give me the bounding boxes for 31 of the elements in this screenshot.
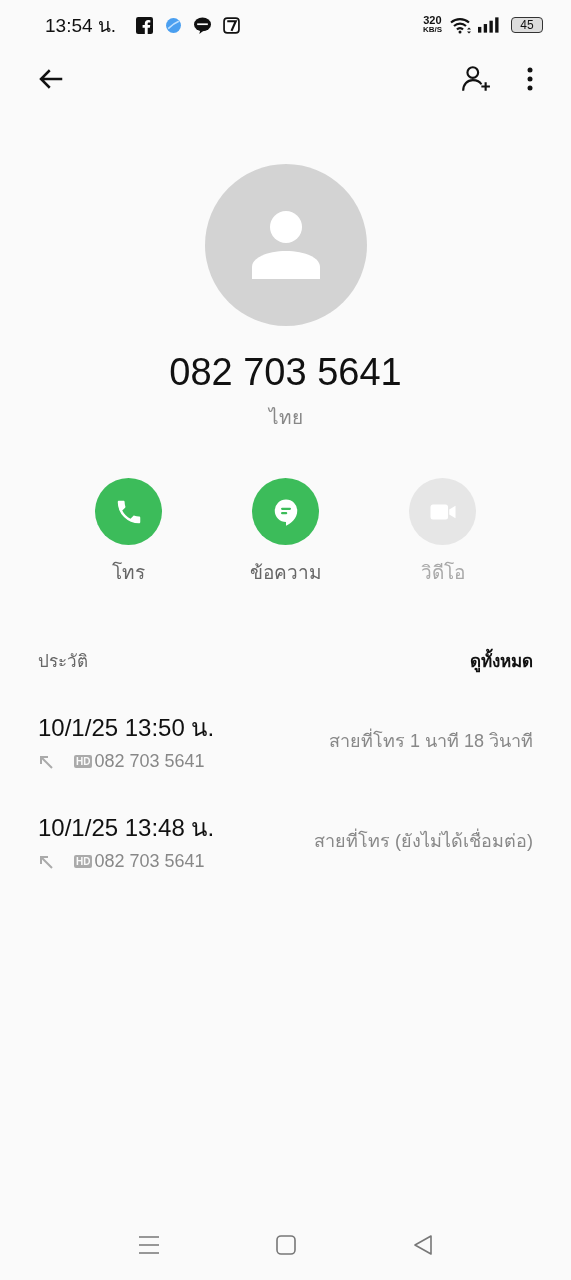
call-datetime: 10/1/25 13:48 น. [38,813,215,843]
menu-icon[interactable] [137,1234,160,1256]
more-options-icon[interactable] [527,66,533,92]
action-label: ข้อความ [249,561,322,585]
action-label: วิดีโอ [420,560,465,585]
phone-number: 082 703 5641 [169,351,402,394]
store-icon [223,16,241,34]
globe-icon [165,16,183,34]
wifi-icon [450,16,472,34]
hd-badge: HD [74,855,93,868]
history-heading: ประวัติ [38,651,88,673]
facebook-icon [136,16,154,34]
signal-icon [478,17,499,33]
see-all-link[interactable]: ดูทั้งหมด [470,647,533,674]
hd-badge: HD [74,755,93,768]
chat-bubble-icon [194,16,212,34]
battery-indicator: 45 [511,17,543,33]
number-location: ไทย [268,406,303,430]
call-number: 082 703 5641 [94,851,205,872]
action-label: โทร [112,560,145,585]
call-datetime: 10/1/25 13:50 น. [38,713,215,743]
outgoing-call-icon [38,853,54,870]
call-detail: สายที่โทร (ยังไม่ได้เชื่อมต่อ) [314,827,533,853]
home-icon[interactable] [274,1234,297,1256]
call-number: 082 703 5641 [94,751,205,772]
outgoing-call-icon [38,753,54,770]
add-contact-icon[interactable] [461,64,491,94]
status-time: 13:54 น. [45,14,117,38]
network-speed: 320 KB/S [422,15,442,35]
call-detail: สายที่โทร 1 นาที 18 วินาที [328,727,533,753]
back-icon[interactable] [411,1234,434,1256]
